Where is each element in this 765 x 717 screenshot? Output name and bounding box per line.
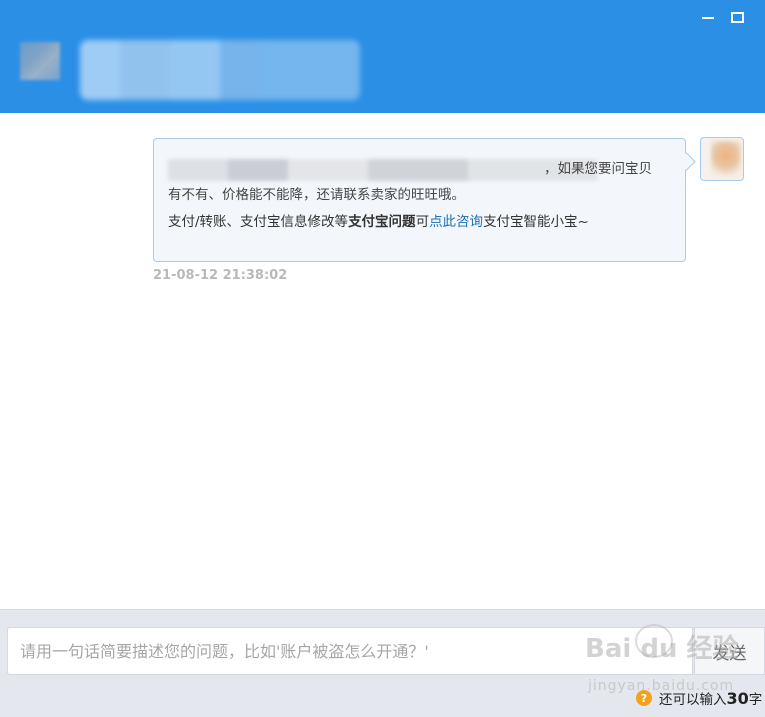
hint-prefix: 还可以输入 xyxy=(659,692,727,708)
message-bubble: ，如果您要问宝贝 有不有、价格能不能降，还请联系卖家的旺旺哦。 支付/转账、支付… xyxy=(153,138,686,262)
consult-link[interactable]: 点此咨询 xyxy=(429,214,483,230)
char-limit-hint: ? 还可以输入 30 字 xyxy=(636,688,762,708)
contact-avatar xyxy=(20,42,60,80)
minimize-icon[interactable] xyxy=(699,8,717,26)
hint-suffix: 字 xyxy=(748,692,763,708)
maximize-icon[interactable] xyxy=(728,8,746,26)
message-bold-text: 支付宝问题 xyxy=(348,214,416,230)
message-line-blurred xyxy=(168,159,598,181)
message-line-3: 支付/转账、支付宝信息修改等支付宝问题可点此咨询支付宝智能小宝~ xyxy=(168,210,589,230)
contact-name-blurred xyxy=(80,40,360,100)
user-avatar xyxy=(700,137,744,181)
composer-bar: 发送 ? 还可以输入30字 xyxy=(0,609,765,717)
message-text: 支付/转账、支付宝信息修改等 xyxy=(168,214,349,230)
send-button[interactable]: 发送 xyxy=(694,627,765,675)
hint-count: 30 xyxy=(726,688,749,708)
message-line-2: 有不有、价格能不能降，还请联系卖家的旺旺哦。 xyxy=(168,187,465,203)
message-input[interactable] xyxy=(7,627,693,675)
message-line-1-tail: ，如果您要问宝贝 xyxy=(544,161,652,177)
chat-header xyxy=(0,0,765,113)
message-timestamp: 21-08-12 21:38:02 xyxy=(153,268,288,283)
message-text: 支付宝智能小宝~ xyxy=(483,214,589,230)
message-text: 可 xyxy=(415,214,430,230)
question-icon: ? xyxy=(636,690,652,706)
